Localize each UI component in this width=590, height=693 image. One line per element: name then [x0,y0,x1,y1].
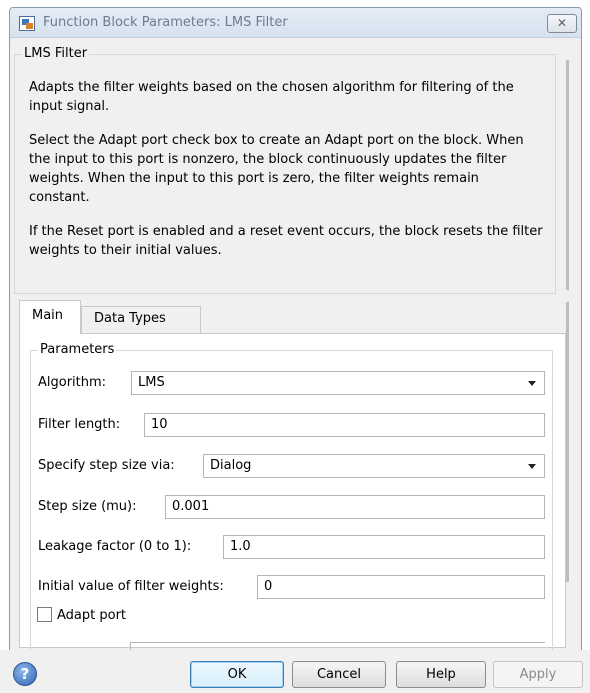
step-size-via-dropdown[interactable]: Dialog [203,454,545,478]
parameters-scrollbar[interactable] [566,302,569,582]
initial-weights-row: Initial value of filter weights: [38,575,224,599]
adapt-port-label: Adapt port [57,608,127,623]
cancel-button[interactable]: Cancel [292,661,386,688]
description-paragraph: Select the Adapt port check box to creat… [29,133,524,205]
step-size-label: Step size (mu): [38,499,137,514]
simulink-block-icon [19,16,35,31]
algorithm-row: Algorithm: [38,371,106,395]
step-size-row: Step size (mu): [38,495,137,519]
tab-main[interactable]: Main [19,300,81,334]
block-description: Adapts the filter weights based on the c… [29,78,543,275]
partially-hidden-field [130,642,545,650]
filter-length-input[interactable]: 10 [144,413,545,437]
window-title: Function Block Parameters: LMS Filter [43,15,288,30]
apply-button[interactable]: Apply [493,661,583,688]
step-size-via-label: Specify step size via: [38,458,175,473]
initial-weights-label: Initial value of filter weights: [38,579,224,594]
adapt-port-option[interactable]: Adapt port [37,607,126,627]
step-size-input[interactable]: 0.001 [165,495,545,519]
step-size-via-value: Dialog [210,458,252,473]
algorithm-value: LMS [138,375,165,390]
leakage-label: Leakage factor (0 to 1): [38,539,192,554]
step-size-via-row: Specify step size via: [38,454,175,478]
leakage-row: Leakage factor (0 to 1): [38,535,191,559]
description-paragraph: Adapts the filter weights based on the c… [29,80,514,114]
tab-data-types[interactable]: Data Types [81,306,201,333]
description-group-label: LMS Filter [22,46,90,62]
help-button[interactable]: Help [396,661,486,688]
description-scrollbar[interactable] [566,60,569,290]
parameters-group-label: Parameters [38,342,117,358]
filter-length-label: Filter length: [38,417,121,432]
help-icon[interactable]: ? [13,662,37,686]
title-bar[interactable]: Function Block Parameters: LMS Filter ✕ [10,8,581,38]
adapt-port-checkbox[interactable] [37,607,52,622]
ok-button[interactable]: OK [190,661,284,688]
filter-length-row: Filter length: [38,413,120,437]
leakage-input[interactable]: 1.0 [223,535,545,559]
algorithm-dropdown[interactable]: LMS [131,371,545,395]
button-bar: ? OK Cancel Help Apply [0,650,590,693]
close-button[interactable]: ✕ [547,14,577,33]
description-paragraph: If the Reset port is enabled and a reset… [29,224,543,258]
algorithm-label: Algorithm: [38,375,107,390]
initial-weights-input[interactable]: 0 [257,575,545,599]
